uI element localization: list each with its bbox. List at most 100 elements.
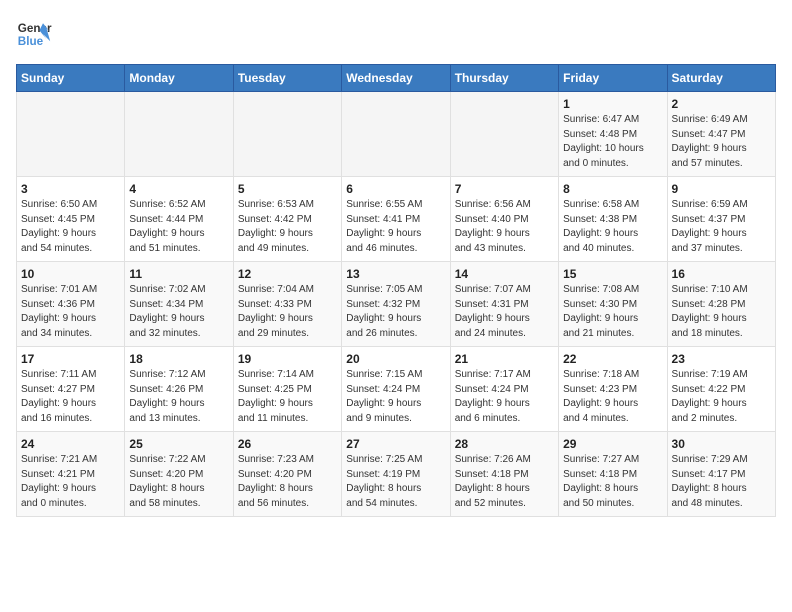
- day-info: Sunrise: 7:10 AM Sunset: 4:28 PM Dayligh…: [672, 283, 771, 341]
- calendar-cell: 29 Sunrise: 7:27 AM Sunset: 4:18 PM Dayli…: [559, 432, 667, 517]
- day-info: Sunrise: 7:19 AM Sunset: 4:22 PM Dayligh…: [672, 368, 771, 426]
- calendar-cell: [233, 92, 341, 177]
- day-info: Sunrise: 6:56 AM Sunset: 4:40 PM Dayligh…: [455, 198, 554, 256]
- header-sunday: Sunday: [17, 65, 125, 92]
- calendar-cell: 8 Sunrise: 6:58 AM Sunset: 4:38 PM Daylig…: [559, 177, 667, 262]
- calendar-cell: [450, 92, 558, 177]
- header-monday: Monday: [125, 65, 233, 92]
- day-number: 21: [455, 352, 554, 366]
- calendar-cell: [17, 92, 125, 177]
- day-info: Sunrise: 7:04 AM Sunset: 4:33 PM Dayligh…: [238, 283, 337, 341]
- week-row-3: 10 Sunrise: 7:01 AM Sunset: 4:36 PM Dayli…: [17, 262, 776, 347]
- calendar-header: SundayMondayTuesdayWednesdayThursdayFrid…: [17, 65, 776, 92]
- day-number: 28: [455, 437, 554, 451]
- header: General Blue: [16, 16, 776, 52]
- calendar-cell: 2Sunrise: 6:49 AM Sunset: 4:47 PM Daylig…: [667, 92, 775, 177]
- calendar-cell: 1 Sunrise: 6:47 AM Sunset: 4:48 PM Daylig…: [559, 92, 667, 177]
- day-info: Sunrise: 7:07 AM Sunset: 4:31 PM Dayligh…: [455, 283, 554, 341]
- day-info: Sunrise: 7:12 AM Sunset: 4:26 PM Dayligh…: [129, 368, 228, 426]
- day-info: Sunrise: 7:05 AM Sunset: 4:32 PM Dayligh…: [346, 283, 445, 341]
- day-info: Sunrise: 6:47 AM Sunset: 4:48 PM Dayligh…: [563, 113, 662, 171]
- day-number: 12: [238, 267, 337, 281]
- day-info: Sunrise: 7:26 AM Sunset: 4:18 PM Dayligh…: [455, 453, 554, 511]
- svg-text:Blue: Blue: [18, 35, 44, 48]
- calendar-cell: 15 Sunrise: 7:08 AM Sunset: 4:30 PM Dayli…: [559, 262, 667, 347]
- calendar-cell: [125, 92, 233, 177]
- header-thursday: Thursday: [450, 65, 558, 92]
- calendar-cell: 28 Sunrise: 7:26 AM Sunset: 4:18 PM Dayli…: [450, 432, 558, 517]
- day-number: 17: [21, 352, 120, 366]
- header-row: SundayMondayTuesdayWednesdayThursdayFrid…: [17, 65, 776, 92]
- day-number: 11: [129, 267, 228, 281]
- logo: General Blue: [16, 16, 52, 52]
- day-info: Sunrise: 7:08 AM Sunset: 4:30 PM Dayligh…: [563, 283, 662, 341]
- header-wednesday: Wednesday: [342, 65, 450, 92]
- day-number: 10: [21, 267, 120, 281]
- day-info: Sunrise: 7:11 AM Sunset: 4:27 PM Dayligh…: [21, 368, 120, 426]
- day-info: Sunrise: 7:14 AM Sunset: 4:25 PM Dayligh…: [238, 368, 337, 426]
- calendar-cell: 16Sunrise: 7:10 AM Sunset: 4:28 PM Dayli…: [667, 262, 775, 347]
- day-number: 18: [129, 352, 228, 366]
- calendar-cell: 3 Sunrise: 6:50 AM Sunset: 4:45 PM Daylig…: [17, 177, 125, 262]
- day-number: 2: [672, 97, 771, 111]
- week-row-2: 3 Sunrise: 6:50 AM Sunset: 4:45 PM Daylig…: [17, 177, 776, 262]
- day-info: Sunrise: 7:25 AM Sunset: 4:19 PM Dayligh…: [346, 453, 445, 511]
- day-number: 15: [563, 267, 662, 281]
- calendar-cell: 22 Sunrise: 7:18 AM Sunset: 4:23 PM Dayli…: [559, 347, 667, 432]
- day-info: Sunrise: 6:53 AM Sunset: 4:42 PM Dayligh…: [238, 198, 337, 256]
- day-number: 5: [238, 182, 337, 196]
- day-number: 20: [346, 352, 445, 366]
- calendar-cell: 7 Sunrise: 6:56 AM Sunset: 4:40 PM Daylig…: [450, 177, 558, 262]
- day-number: 1: [563, 97, 662, 111]
- day-info: Sunrise: 7:17 AM Sunset: 4:24 PM Dayligh…: [455, 368, 554, 426]
- calendar-cell: 9 Sunrise: 6:59 AM Sunset: 4:37 PM Daylig…: [667, 177, 775, 262]
- day-number: 23: [672, 352, 771, 366]
- calendar-cell: 17 Sunrise: 7:11 AM Sunset: 4:27 PM Dayli…: [17, 347, 125, 432]
- day-number: 8: [563, 182, 662, 196]
- calendar-table: SundayMondayTuesdayWednesdayThursdayFrid…: [16, 64, 776, 517]
- day-info: Sunrise: 6:59 AM Sunset: 4:37 PM Dayligh…: [672, 198, 771, 256]
- calendar-cell: [342, 92, 450, 177]
- calendar-cell: 10 Sunrise: 7:01 AM Sunset: 4:36 PM Dayli…: [17, 262, 125, 347]
- day-number: 4: [129, 182, 228, 196]
- calendar-cell: 25 Sunrise: 7:22 AM Sunset: 4:20 PM Dayli…: [125, 432, 233, 517]
- calendar-cell: 19 Sunrise: 7:14 AM Sunset: 4:25 PM Dayli…: [233, 347, 341, 432]
- week-row-1: 1 Sunrise: 6:47 AM Sunset: 4:48 PM Daylig…: [17, 92, 776, 177]
- calendar-cell: 23 Sunrise: 7:19 AM Sunset: 4:22 PM Dayli…: [667, 347, 775, 432]
- day-info: Sunrise: 7:22 AM Sunset: 4:20 PM Dayligh…: [129, 453, 228, 511]
- day-number: 14: [455, 267, 554, 281]
- day-number: 27: [346, 437, 445, 451]
- day-info: Sunrise: 6:55 AM Sunset: 4:41 PM Dayligh…: [346, 198, 445, 256]
- calendar-cell: 11Sunrise: 7:02 AM Sunset: 4:34 PM Dayli…: [125, 262, 233, 347]
- calendar-cell: 27 Sunrise: 7:25 AM Sunset: 4:19 PM Dayli…: [342, 432, 450, 517]
- day-info: Sunrise: 7:23 AM Sunset: 4:20 PM Dayligh…: [238, 453, 337, 511]
- calendar-cell: 5 Sunrise: 6:53 AM Sunset: 4:42 PM Daylig…: [233, 177, 341, 262]
- day-number: 25: [129, 437, 228, 451]
- day-info: Sunrise: 7:15 AM Sunset: 4:24 PM Dayligh…: [346, 368, 445, 426]
- day-info: Sunrise: 7:18 AM Sunset: 4:23 PM Dayligh…: [563, 368, 662, 426]
- header-tuesday: Tuesday: [233, 65, 341, 92]
- day-info: Sunrise: 6:52 AM Sunset: 4:44 PM Dayligh…: [129, 198, 228, 256]
- calendar-cell: 20 Sunrise: 7:15 AM Sunset: 4:24 PM Dayli…: [342, 347, 450, 432]
- day-number: 30: [672, 437, 771, 451]
- day-number: 9: [672, 182, 771, 196]
- calendar-cell: 12 Sunrise: 7:04 AM Sunset: 4:33 PM Dayli…: [233, 262, 341, 347]
- day-number: 7: [455, 182, 554, 196]
- calendar-cell: 18 Sunrise: 7:12 AM Sunset: 4:26 PM Dayli…: [125, 347, 233, 432]
- day-number: 3: [21, 182, 120, 196]
- day-info: Sunrise: 6:58 AM Sunset: 4:38 PM Dayligh…: [563, 198, 662, 256]
- day-number: 29: [563, 437, 662, 451]
- calendar-cell: 14 Sunrise: 7:07 AM Sunset: 4:31 PM Dayli…: [450, 262, 558, 347]
- logo-icon: General Blue: [16, 16, 52, 52]
- day-number: 19: [238, 352, 337, 366]
- day-number: 13: [346, 267, 445, 281]
- day-number: 22: [563, 352, 662, 366]
- week-row-5: 24Sunrise: 7:21 AM Sunset: 4:21 PM Dayli…: [17, 432, 776, 517]
- day-info: Sunrise: 6:50 AM Sunset: 4:45 PM Dayligh…: [21, 198, 120, 256]
- header-friday: Friday: [559, 65, 667, 92]
- header-saturday: Saturday: [667, 65, 775, 92]
- day-info: Sunrise: 7:27 AM Sunset: 4:18 PM Dayligh…: [563, 453, 662, 511]
- day-info: Sunrise: 7:01 AM Sunset: 4:36 PM Dayligh…: [21, 283, 120, 341]
- calendar-cell: 21 Sunrise: 7:17 AM Sunset: 4:24 PM Dayli…: [450, 347, 558, 432]
- calendar-body: 1 Sunrise: 6:47 AM Sunset: 4:48 PM Daylig…: [17, 92, 776, 517]
